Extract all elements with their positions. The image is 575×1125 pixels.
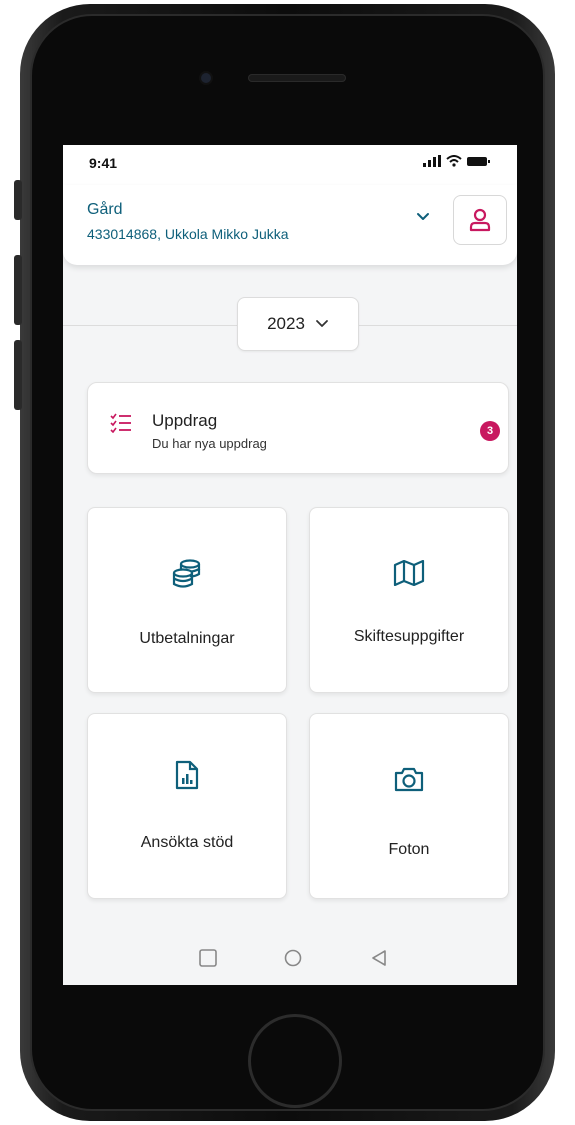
tasks-title: Uppdrag: [152, 411, 218, 430]
front-camera: [201, 73, 211, 83]
tile-payments-label: Utbetalningar: [139, 630, 235, 647]
tasks-count-badge: 3: [480, 421, 500, 441]
year-selector[interactable]: 2023: [237, 297, 359, 351]
camera-icon: [394, 767, 424, 792]
tasks-subtitle: Du har nya uppdrag: [152, 436, 267, 451]
tile-photos-label: Foton: [388, 841, 430, 858]
chevron-down-icon[interactable]: [415, 209, 431, 225]
tile-photos[interactable]: Foton: [309, 713, 509, 899]
profile-button[interactable]: [453, 195, 507, 245]
android-nav-bar: [63, 935, 517, 985]
tile-parcels-label: Skiftesuppgifter: [353, 628, 465, 645]
circle-nav-icon[interactable]: [284, 949, 302, 967]
document-chart-icon: [175, 760, 199, 790]
wifi-icon: [446, 155, 462, 167]
status-icons: [423, 155, 491, 167]
phone-volume-up-button: [14, 255, 22, 325]
checklist-icon: [110, 413, 131, 433]
tile-payments[interactable]: Utbetalningar: [87, 507, 287, 693]
tile-parcels[interactable]: Skiftesuppgifter: [309, 507, 509, 693]
tile-applications-label: Ansökta stöd: [140, 834, 234, 851]
status-bar: 9:41: [63, 145, 517, 185]
earpiece-speaker: [248, 74, 346, 82]
divider-right: [359, 325, 517, 326]
phone-volume-down-button: [14, 340, 22, 410]
signal-icon: [423, 155, 441, 167]
square-nav-icon[interactable]: [199, 949, 217, 967]
status-time: 9:41: [89, 155, 118, 171]
phone-mute-button: [14, 180, 22, 220]
farm-header: Gård 433014868, Ukkola Mikko Jukka: [63, 185, 517, 265]
home-button[interactable]: [248, 1014, 342, 1108]
divider-left: [63, 325, 237, 326]
farm-id: 433014868, Ukkola Mikko Jukka: [87, 226, 289, 242]
user-icon: [469, 208, 491, 232]
year-value: 2023: [267, 314, 305, 333]
tile-applications[interactable]: Ansökta stöd: [87, 713, 287, 899]
app-screen: 9:41 Gård 433014868, Ukkola Mikko Jukka: [63, 145, 517, 985]
map-icon: [393, 560, 425, 586]
chevron-down-icon: [316, 320, 328, 327]
battery-icon: [467, 157, 490, 166]
back-triangle-icon[interactable]: [371, 949, 387, 967]
coins-icon: [172, 559, 201, 588]
farm-label: Gård: [87, 201, 123, 218]
tasks-card[interactable]: Uppdrag Du har nya uppdrag 3: [87, 382, 509, 474]
